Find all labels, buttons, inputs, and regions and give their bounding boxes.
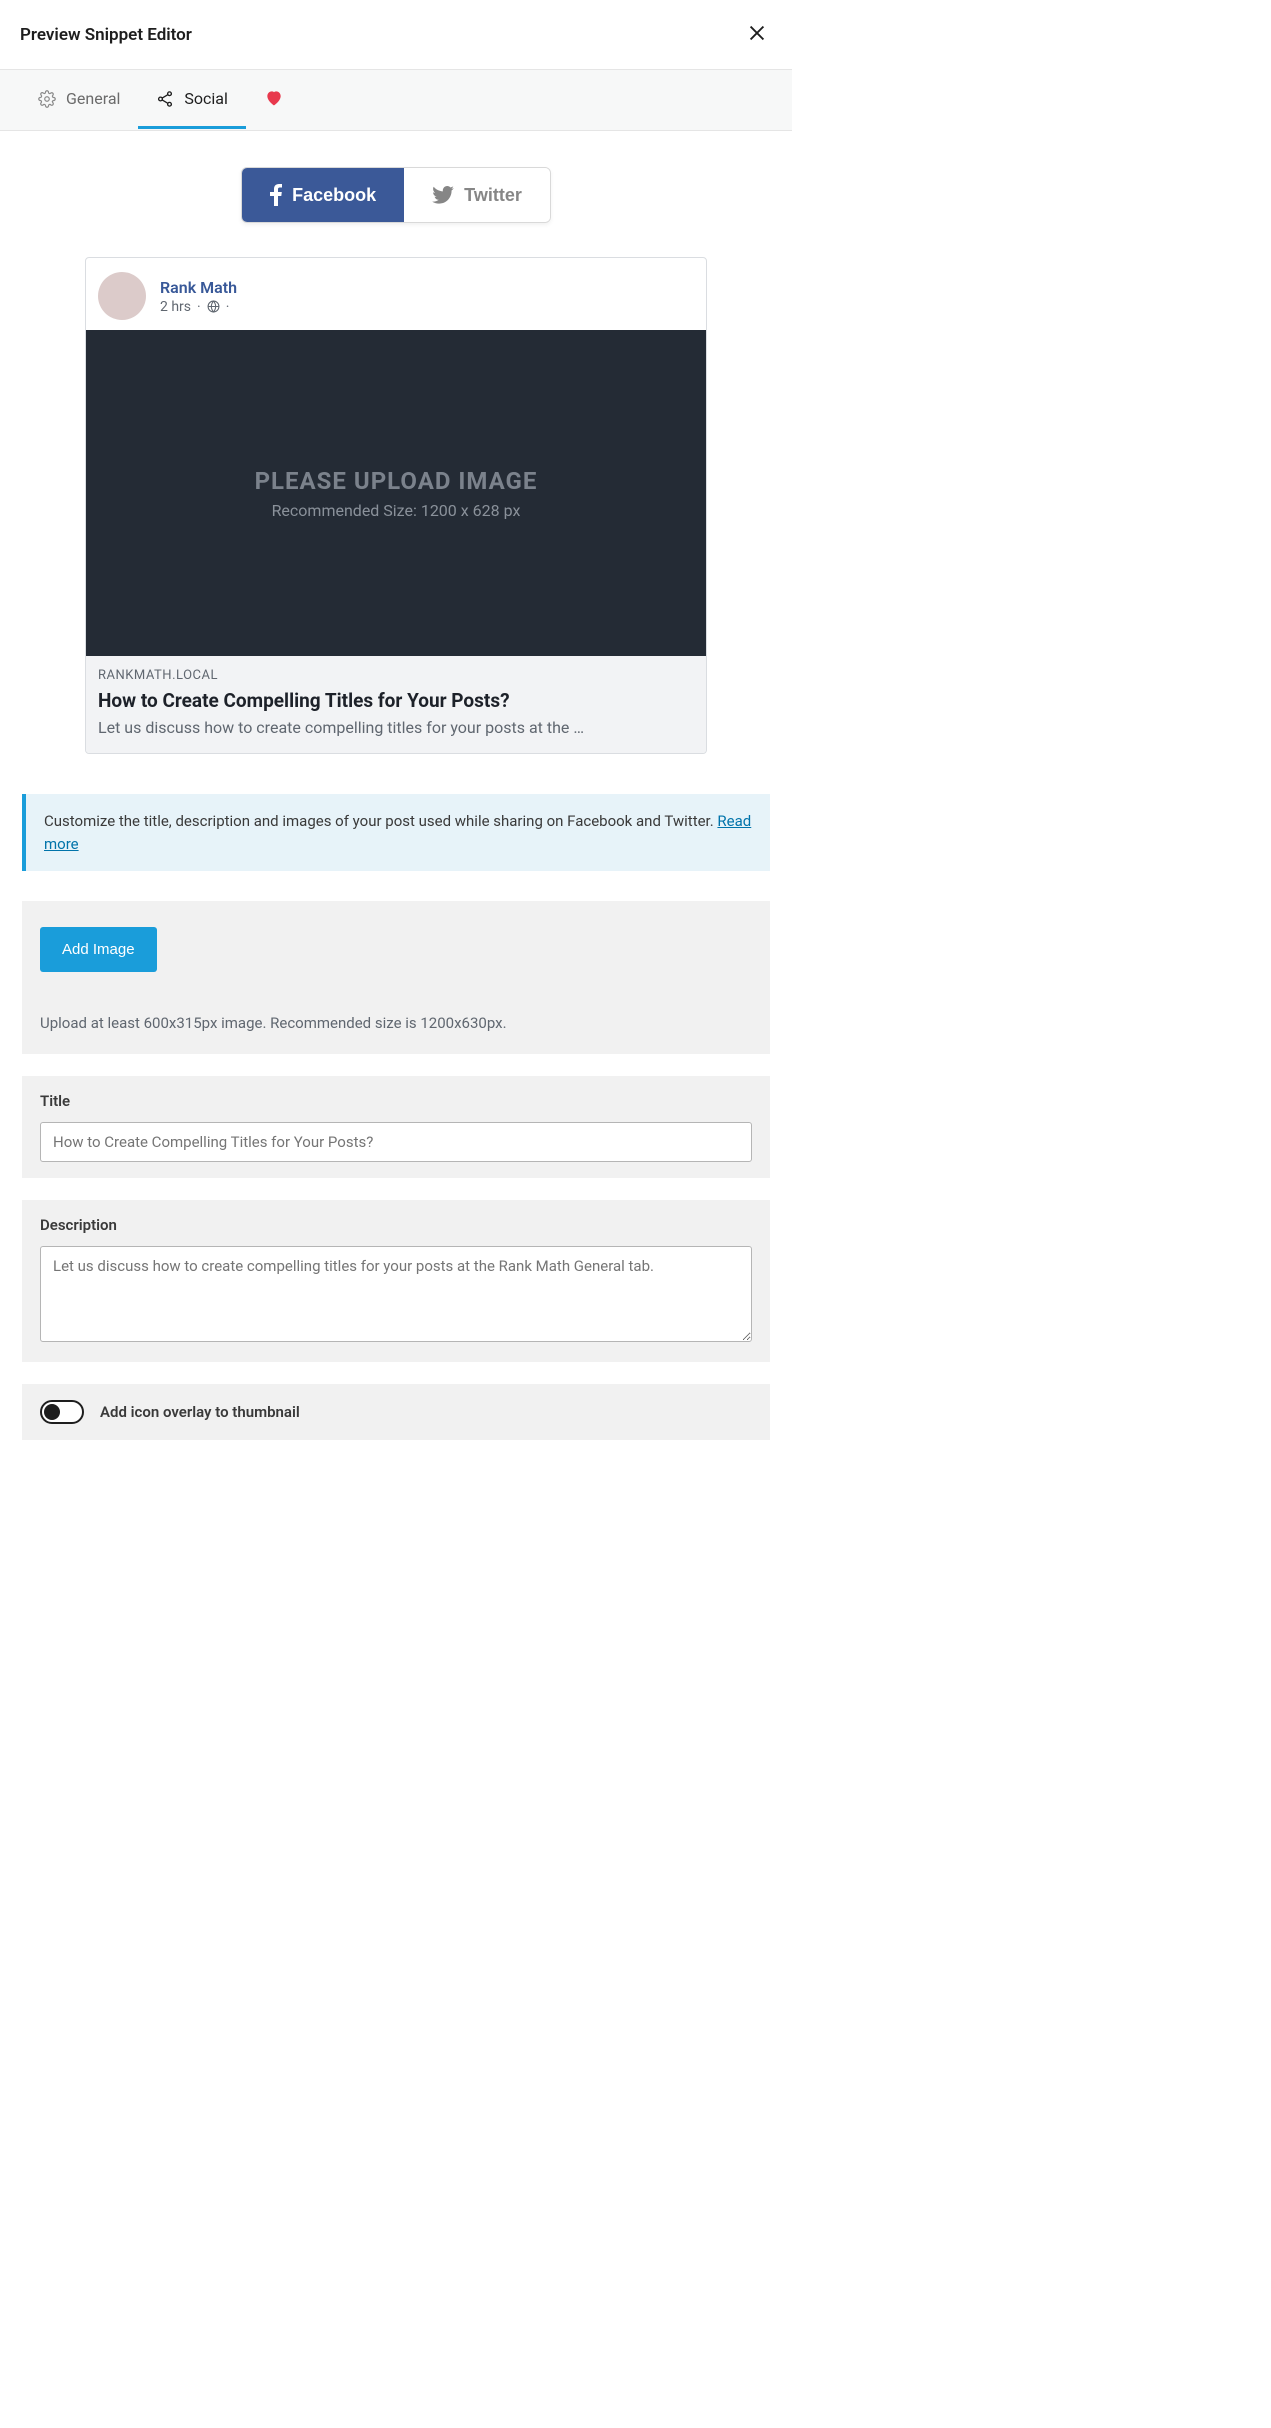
description-input[interactable] [40,1246,752,1342]
gear-icon [38,90,56,108]
preview-time: 2 hrs [160,299,191,315]
tab-bar: General Social [0,70,792,131]
editor-header: Preview Snippet Editor [0,0,792,70]
preview-description: Let us discuss how to create compelling … [98,718,694,737]
tab-general-label: General [66,89,120,108]
overlay-toggle-label: Add icon overlay to thumbnail [100,1403,300,1421]
tab-favorite[interactable] [246,70,302,130]
add-image-button[interactable]: Add Image [40,927,157,972]
facebook-toggle-label: Facebook [292,185,376,206]
close-button[interactable] [742,18,772,51]
preview-meta: 2 hrs · · [160,299,237,315]
description-panel: Description [22,1200,770,1362]
preview-header: Rank Math 2 hrs · · [86,258,706,330]
preview-author: Rank Math [160,278,237,297]
twitter-toggle-label: Twitter [464,185,522,206]
avatar [98,272,146,320]
preview-title: How to Create Compelling Titles for Your… [98,689,694,712]
tab-general[interactable]: General [20,71,138,129]
tab-social[interactable]: Social [138,71,245,129]
overlay-panel: Add icon overlay to thumbnail [22,1384,770,1440]
overlay-toggle[interactable] [40,1400,84,1424]
toggle-knob [44,1404,60,1420]
social-network-toggle: Facebook Twitter [0,131,792,257]
facebook-preview-card: Rank Math 2 hrs · · PLEASE UPLOAD IMAGE … [85,257,707,754]
twitter-toggle-button[interactable]: Twitter [404,168,550,222]
preview-body: RANKMATH.LOCAL How to Create Compelling … [86,656,706,753]
globe-icon [207,300,220,313]
title-panel: Title [22,1076,770,1178]
preview-image-placeholder: PLEASE UPLOAD IMAGE Recommended Size: 12… [86,330,706,656]
info-banner: Customize the title, description and ima… [22,794,770,871]
twitter-icon [432,186,454,204]
page-title: Preview Snippet Editor [20,25,192,45]
facebook-toggle-button[interactable]: Facebook [242,168,404,222]
info-text: Customize the title, description and ima… [44,812,717,830]
description-label: Description [40,1216,752,1234]
facebook-icon [270,184,282,206]
tab-social-label: Social [184,89,227,108]
close-icon [746,22,768,44]
add-image-panel: Add Image Upload at least 600x315px imag… [22,901,770,1054]
preview-domain: RANKMATH.LOCAL [98,668,694,683]
image-helper-text: Upload at least 600x315px image. Recomme… [40,1014,752,1032]
title-label: Title [40,1092,752,1110]
preview-image-text2: Recommended Size: 1200 x 628 px [272,501,521,520]
title-input[interactable] [40,1122,752,1162]
share-icon [156,90,174,108]
preview-image-text1: PLEASE UPLOAD IMAGE [255,467,538,495]
heart-icon [264,88,284,108]
